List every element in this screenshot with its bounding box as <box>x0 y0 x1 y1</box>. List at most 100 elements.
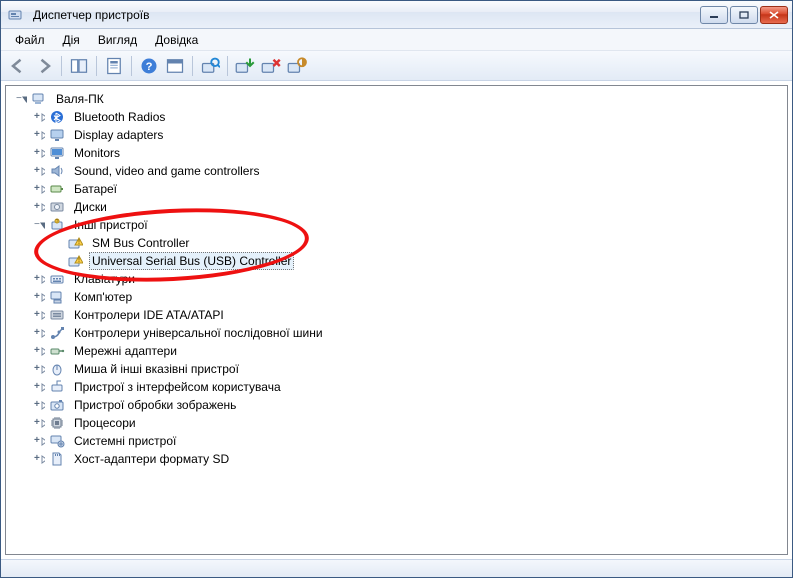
monitor-icon <box>49 145 65 161</box>
tree-item-label[interactable]: Display adapters <box>71 126 166 144</box>
show-hide-console-button[interactable] <box>68 55 90 77</box>
tree-row[interactable]: Диски <box>8 198 785 216</box>
expand-icon[interactable] <box>34 382 45 393</box>
tree-row[interactable]: Комп'ютер <box>8 288 785 306</box>
tree-item-label[interactable]: Миша й інші вказівні пристрої <box>71 360 242 378</box>
tree-row[interactable]: Миша й інші вказівні пристрої <box>8 360 785 378</box>
sound-icon <box>49 163 65 179</box>
tree-row[interactable]: ! Universal Serial Bus (USB) Controller <box>8 252 785 270</box>
expand-icon[interactable] <box>34 148 45 159</box>
help-button[interactable]: ? <box>138 55 160 77</box>
tree-item-label[interactable]: Пристрої обробки зображень <box>71 396 239 414</box>
expand-icon[interactable] <box>34 112 45 123</box>
collapse-icon[interactable] <box>34 220 45 231</box>
toolbar-separator <box>61 56 62 76</box>
svg-text:?: ? <box>146 60 153 72</box>
collapse-icon[interactable] <box>16 94 27 105</box>
tree-row[interactable]: Контролери IDE ATA/ATAPI <box>8 306 785 324</box>
tree-row[interactable]: Контролери універсальної послідовної шин… <box>8 324 785 342</box>
expand-icon[interactable] <box>34 328 45 339</box>
tree-item-label[interactable]: Мережні адаптери <box>71 342 180 360</box>
tree-row[interactable]: Клавіатури <box>8 270 785 288</box>
expand-spacer <box>52 238 63 249</box>
titlebar: Диспетчер пристроїв <box>1 1 792 29</box>
expand-icon[interactable] <box>34 400 45 411</box>
tree-item-label[interactable]: Monitors <box>71 144 123 162</box>
close-button[interactable] <box>760 6 788 24</box>
tree-item-label[interactable]: Пристрої з інтерфейсом користувача <box>71 378 284 396</box>
window: Диспетчер пристроїв Файл Дія Вигляд Дові… <box>0 0 793 578</box>
tree-item-label[interactable]: Системні пристрої <box>71 432 179 450</box>
tree-item-label[interactable]: Контролери IDE ATA/ATAPI <box>71 306 227 324</box>
tree-row[interactable]: Monitors <box>8 144 785 162</box>
expand-icon[interactable] <box>34 454 45 465</box>
expand-icon[interactable] <box>34 274 45 285</box>
imaging-icon <box>49 397 65 413</box>
tree-row[interactable]: Bluetooth Radios <box>8 108 785 126</box>
tree-row[interactable]: Батареї <box>8 180 785 198</box>
battery-icon <box>49 181 65 197</box>
tree-item-label[interactable]: Комп'ютер <box>71 288 135 306</box>
hid-icon <box>49 379 65 395</box>
tree-row[interactable]: Пристрої обробки зображень <box>8 396 785 414</box>
expand-icon[interactable] <box>34 346 45 357</box>
menu-view[interactable]: Вигляд <box>90 31 145 49</box>
svg-text:!: ! <box>78 240 80 246</box>
expand-icon[interactable] <box>34 364 45 375</box>
usb-icon <box>49 325 65 341</box>
update-driver-button[interactable] <box>234 55 256 77</box>
expand-icon[interactable] <box>34 292 45 303</box>
maximize-button[interactable] <box>730 6 758 24</box>
bluetooth-icon <box>49 109 65 125</box>
expand-icon[interactable] <box>34 166 45 177</box>
disable-button[interactable] <box>286 55 308 77</box>
tree-item-label[interactable]: Bluetooth Radios <box>71 108 168 126</box>
statusbar <box>1 559 792 577</box>
tree-row[interactable]: Мережні адаптери <box>8 342 785 360</box>
back-button[interactable] <box>7 55 29 77</box>
options-button[interactable] <box>164 55 186 77</box>
tree-item-label[interactable]: Валя-ПК <box>53 90 107 108</box>
scan-hardware-button[interactable] <box>199 55 221 77</box>
tree-row[interactable]: Хост-адаптери формату SD <box>8 450 785 468</box>
menu-file[interactable]: Файл <box>7 31 53 49</box>
tree-item-label[interactable]: Інші пристрої <box>71 216 151 234</box>
app-icon <box>7 7 23 23</box>
tree-row[interactable]: Sound, video and game controllers <box>8 162 785 180</box>
svg-text:!: ! <box>78 258 80 264</box>
menu-help[interactable]: Довідка <box>147 31 206 49</box>
tree-row[interactable]: Процесори <box>8 414 785 432</box>
device-tree-pane: Валя-ПКBluetooth RadiosDisplay adaptersM… <box>5 85 788 555</box>
tree-item-label[interactable]: Sound, video and game controllers <box>71 162 262 180</box>
tree-item-label[interactable]: Батареї <box>71 180 120 198</box>
tree-row[interactable]: Пристрої з інтерфейсом користувача <box>8 378 785 396</box>
tree-item-label[interactable]: Клавіатури <box>71 270 138 288</box>
tree-item-label[interactable]: Процесори <box>71 414 139 432</box>
tree-row[interactable]: Display adapters <box>8 126 785 144</box>
tree-row[interactable]: ! SM Bus Controller <box>8 234 785 252</box>
tree-item-label[interactable]: SM Bus Controller <box>89 234 192 252</box>
tree-item-label[interactable]: Universal Serial Bus (USB) Controller <box>89 252 294 270</box>
uninstall-button[interactable] <box>260 55 282 77</box>
menu-action[interactable]: Дія <box>55 31 88 49</box>
minimize-button[interactable] <box>700 6 728 24</box>
toolbar-separator <box>192 56 193 76</box>
expand-icon[interactable] <box>34 436 45 447</box>
expand-icon[interactable] <box>34 310 45 321</box>
toolbar-separator <box>96 56 97 76</box>
expand-icon[interactable] <box>34 130 45 141</box>
display-icon <box>49 127 65 143</box>
tree-row[interactable]: Системні пристрої <box>8 432 785 450</box>
expand-icon[interactable] <box>34 202 45 213</box>
forward-button[interactable] <box>33 55 55 77</box>
network-icon <box>49 343 65 359</box>
tree-item-label[interactable]: Контролери універсальної послідовної шин… <box>71 324 326 342</box>
tree-item-label[interactable]: Хост-адаптери формату SD <box>71 450 232 468</box>
expand-icon[interactable] <box>34 418 45 429</box>
properties-button[interactable] <box>103 55 125 77</box>
tree-row[interactable]: Валя-ПК <box>8 90 785 108</box>
warn-icon: ! <box>67 253 83 269</box>
expand-icon[interactable] <box>34 184 45 195</box>
tree-item-label[interactable]: Диски <box>71 198 110 216</box>
tree-row[interactable]: ?Інші пристрої <box>8 216 785 234</box>
